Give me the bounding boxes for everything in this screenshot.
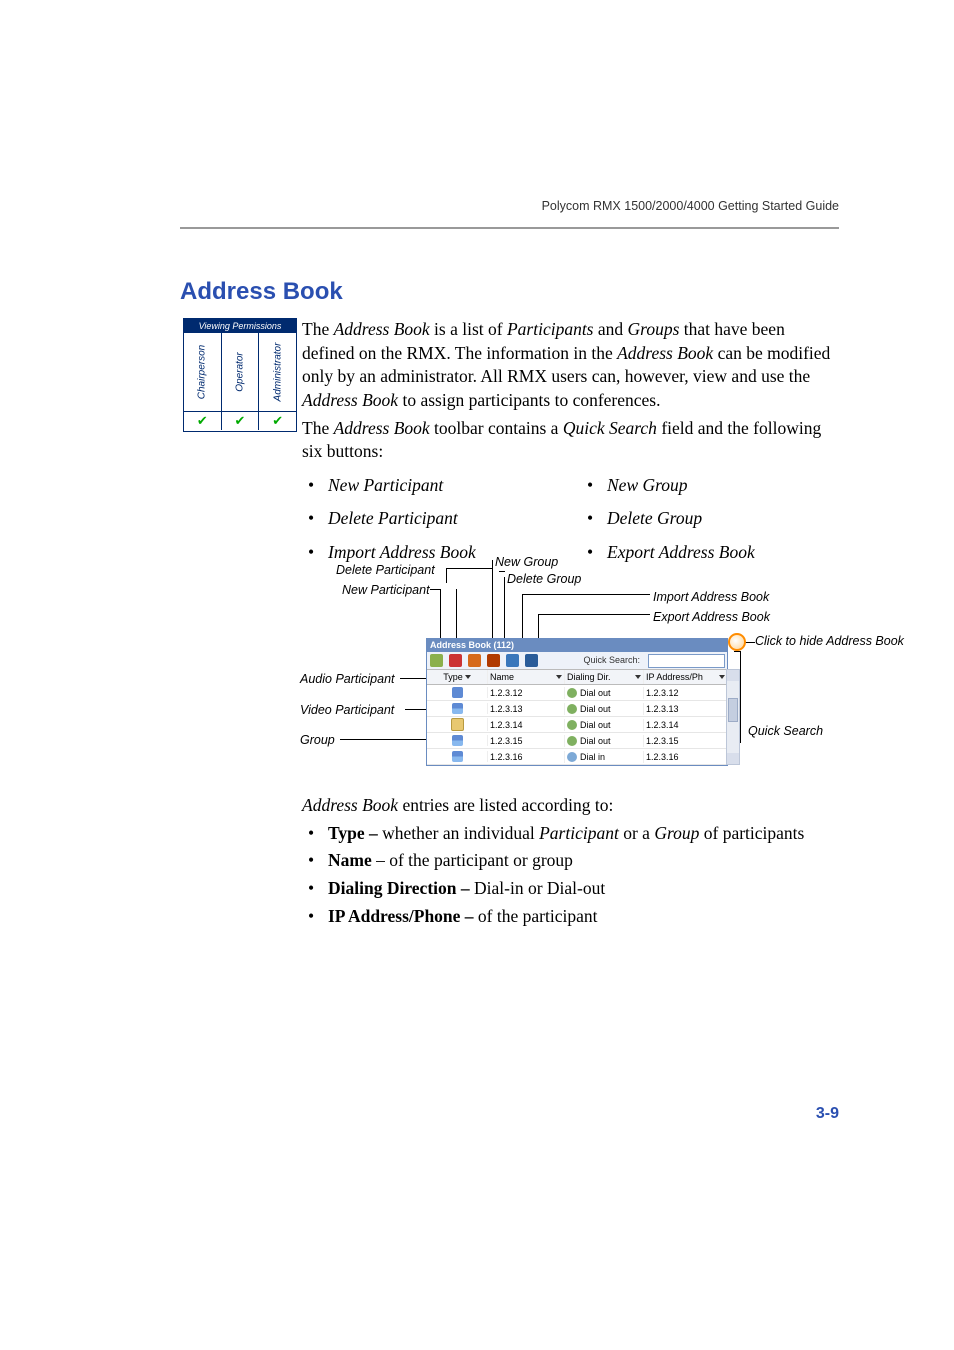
cell-ip-address: 1.2.3.12 bbox=[644, 687, 727, 699]
callout-audio-participant: Audio Participant bbox=[300, 671, 395, 688]
check-icon: ✔ bbox=[259, 412, 296, 430]
chevron-down-icon[interactable] bbox=[635, 675, 641, 679]
scroll-thumb[interactable] bbox=[728, 698, 738, 722]
callout-new-group: New Group bbox=[495, 554, 558, 571]
callout-video-participant: Video Participant bbox=[300, 702, 394, 719]
cell-name: 1.2.3.16 bbox=[488, 751, 565, 763]
table-header: Type Name Dialing Dir. IP Address/Ph bbox=[427, 670, 727, 685]
perm-role-chairperson: Chairperson bbox=[196, 345, 210, 399]
chevron-down-icon[interactable] bbox=[719, 675, 725, 679]
list-item: Delete Participant bbox=[326, 507, 581, 531]
callout-import: Import Address Book bbox=[653, 589, 769, 606]
callout-new-participant: New Participant bbox=[342, 582, 430, 599]
cell-dialing-direction: Dial in bbox=[565, 751, 644, 763]
dial-direction-icon bbox=[567, 720, 577, 730]
callout-quick-search: Quick Search bbox=[748, 724, 803, 739]
table-row[interactable]: 1.2.3.12Dial out1.2.3.12 bbox=[427, 685, 727, 701]
cell-name: 1.2.3.15 bbox=[488, 735, 565, 747]
list-item: Delete Group bbox=[605, 507, 839, 531]
delete-group-icon[interactable] bbox=[487, 654, 500, 667]
delete-participant-icon[interactable] bbox=[449, 654, 462, 667]
cell-dialing-direction: Dial out bbox=[565, 735, 644, 747]
viewing-permissions-table: Viewing Permissions Chairperson Operator… bbox=[183, 318, 297, 432]
table-row[interactable]: 1.2.3.16Dial in1.2.3.16 bbox=[427, 749, 727, 765]
perm-caption: Viewing Permissions bbox=[184, 319, 296, 333]
video-participant-icon bbox=[452, 735, 463, 746]
scroll-down-icon[interactable] bbox=[727, 753, 739, 764]
perm-role-operator: Operator bbox=[233, 352, 247, 391]
dial-direction-icon bbox=[567, 736, 577, 746]
scrollbar[interactable] bbox=[726, 669, 740, 765]
scroll-up-icon[interactable] bbox=[727, 670, 739, 681]
audio-participant-icon bbox=[452, 687, 463, 698]
cell-name: 1.2.3.14 bbox=[488, 719, 565, 731]
cell-ip-address: 1.2.3.13 bbox=[644, 703, 727, 715]
dial-direction-icon bbox=[567, 704, 577, 714]
list-item: New Group bbox=[605, 474, 839, 498]
callout-delete-participant: Delete Participant bbox=[336, 562, 435, 579]
chevron-down-icon[interactable] bbox=[556, 675, 562, 679]
callout-delete-group: Delete Group bbox=[507, 571, 581, 588]
address-book-figure: New Group Delete Group Delete Participan… bbox=[300, 554, 845, 792]
callout-export: Export Address Book bbox=[653, 609, 770, 626]
toolbar-paragraph: The Address Book toolbar contains a Quic… bbox=[302, 417, 839, 464]
check-icon: ✔ bbox=[184, 412, 222, 430]
panel-toolbar: Quick Search: bbox=[427, 652, 727, 670]
panel-title: Address Book (112) bbox=[427, 639, 727, 652]
table-row[interactable]: 1.2.3.13Dial out1.2.3.13 bbox=[427, 701, 727, 717]
video-participant-icon bbox=[452, 751, 463, 762]
list-item: Name – of the participant or group bbox=[326, 849, 839, 873]
cell-dialing-direction: Dial out bbox=[565, 687, 644, 699]
page-number: 3-9 bbox=[816, 1103, 839, 1125]
header-rule bbox=[180, 227, 839, 229]
cell-name: 1.2.3.12 bbox=[488, 687, 565, 699]
list-item: IP Address/Phone – of the participant bbox=[326, 905, 839, 929]
entries-description: Address Book entries are listed accordin… bbox=[302, 794, 839, 932]
section-title: Address Book bbox=[180, 276, 343, 308]
pin-icon bbox=[728, 633, 746, 651]
list-item: Dialing Direction – Dial-in or Dial-out bbox=[326, 877, 839, 901]
cell-name: 1.2.3.13 bbox=[488, 703, 565, 715]
chevron-down-icon[interactable] bbox=[465, 675, 471, 679]
quick-search-label: Quick Search: bbox=[583, 654, 642, 666]
export-address-book-icon[interactable] bbox=[525, 654, 538, 667]
cell-dialing-direction: Dial out bbox=[565, 703, 644, 715]
table-row[interactable]: 1.2.3.15Dial out1.2.3.15 bbox=[427, 733, 727, 749]
doc-header: Polycom RMX 1500/2000/4000 Getting Start… bbox=[542, 198, 839, 215]
table-row[interactable]: 1.2.3.14Dial out1.2.3.14 bbox=[427, 717, 727, 733]
group-participant-icon bbox=[451, 718, 464, 731]
perm-role-administrator: Administrator bbox=[271, 343, 285, 402]
list-item: New Participant bbox=[326, 474, 581, 498]
body-column: The Address Book is a list of Participan… bbox=[302, 318, 839, 575]
import-address-book-icon[interactable] bbox=[506, 654, 519, 667]
new-participant-icon[interactable] bbox=[430, 654, 443, 667]
callout-group: Group bbox=[300, 732, 335, 749]
cell-ip-address: 1.2.3.15 bbox=[644, 735, 727, 747]
cell-dialing-direction: Dial out bbox=[565, 719, 644, 731]
quick-search-input[interactable] bbox=[648, 654, 725, 668]
cell-ip-address: 1.2.3.16 bbox=[644, 751, 727, 763]
callout-click-to-hide: Click to hide Address Book bbox=[755, 634, 810, 649]
cell-ip-address: 1.2.3.14 bbox=[644, 719, 727, 731]
new-group-icon[interactable] bbox=[468, 654, 481, 667]
video-participant-icon bbox=[452, 703, 463, 714]
dial-direction-icon bbox=[567, 688, 577, 698]
dial-direction-icon bbox=[567, 752, 577, 762]
list-item: Type – whether an individual Participant… bbox=[326, 822, 839, 846]
intro-paragraph: The Address Book is a list of Participan… bbox=[302, 318, 839, 413]
address-book-panel: Address Book (112) Quick Search: Type Na… bbox=[426, 638, 728, 766]
check-icon: ✔ bbox=[222, 412, 260, 430]
